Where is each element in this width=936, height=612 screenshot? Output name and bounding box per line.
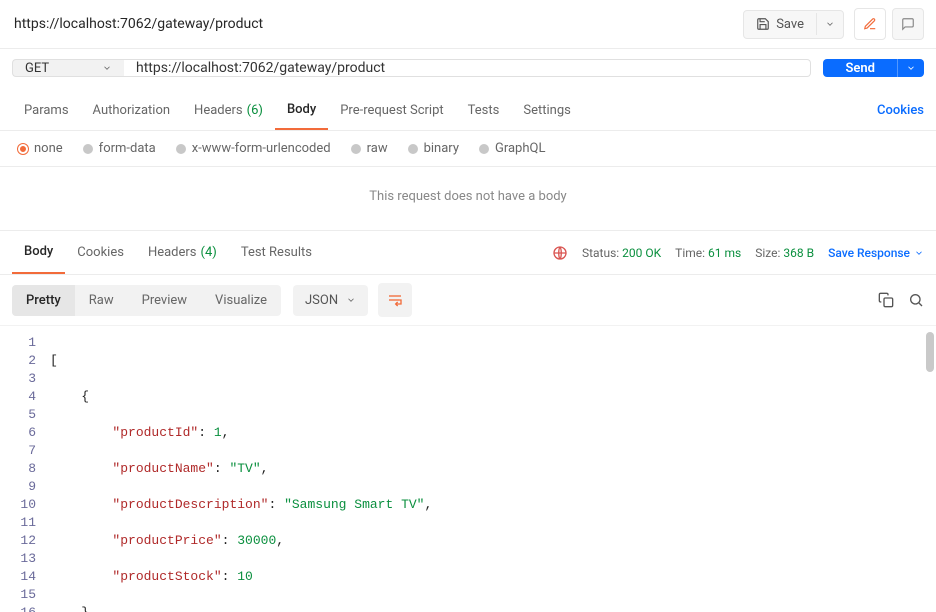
copy-button[interactable] [878, 292, 894, 308]
copy-icon [878, 292, 894, 308]
tab-prerequest[interactable]: Pre-request Script [328, 91, 455, 130]
code-content: [ { "productId": 1, "productName": "TV",… [46, 326, 432, 612]
chevron-down-icon [914, 248, 924, 258]
chevron-down-icon [825, 19, 835, 29]
view-preview[interactable]: Preview [128, 285, 201, 316]
resp-tab-headers-label: Headers [148, 245, 197, 260]
http-method-value: GET [25, 61, 49, 76]
size-value: 368 B [783, 246, 814, 260]
time-label: Time: [675, 246, 705, 260]
radio-dot-icon [408, 144, 418, 154]
http-method-select[interactable]: GET [12, 59, 124, 77]
chevron-down-icon [346, 295, 356, 305]
save-button[interactable]: Save [744, 11, 816, 38]
send-dropdown[interactable] [897, 59, 924, 77]
bodytype-none-label: none [34, 141, 63, 156]
pencil-icon [863, 17, 877, 31]
chevron-down-icon [102, 63, 112, 73]
radio-dot-icon [176, 144, 186, 154]
tab-headers-count: (6) [247, 103, 263, 118]
format-select[interactable]: JSON [293, 285, 368, 316]
resp-tab-headers-count: (4) [201, 245, 217, 260]
view-pretty[interactable]: Pretty [12, 285, 75, 316]
resp-tab-cookies[interactable]: Cookies [65, 231, 136, 274]
save-dropdown[interactable] [816, 13, 843, 35]
comment-button[interactable] [892, 8, 924, 40]
tab-authorization[interactable]: Authorization [81, 91, 183, 130]
tab-headers[interactable]: Headers (6) [182, 91, 275, 130]
format-value: JSON [305, 293, 338, 308]
status-value: 200 OK [622, 246, 661, 260]
bodytype-binary-label: binary [424, 141, 459, 156]
request-tab-title[interactable]: https://localhost:7062/gateway/product [14, 16, 263, 32]
send-button[interactable]: Send [823, 59, 897, 77]
save-label: Save [776, 17, 804, 32]
bodytype-formdata-label: form-data [99, 141, 156, 156]
line-gutter: 1234 5678 9101112 13141516 [0, 326, 46, 612]
tab-tests[interactable]: Tests [456, 91, 512, 130]
bodytype-graphql-label: GraphQL [495, 141, 545, 156]
resp-tab-testresults[interactable]: Test Results [229, 231, 324, 274]
radio-dot-icon [18, 144, 28, 154]
bodytype-formdata[interactable]: form-data [83, 141, 156, 156]
url-value: https://localhost:7062/gateway/product [136, 60, 385, 76]
resp-tab-body[interactable]: Body [12, 231, 65, 274]
bodytype-binary[interactable]: binary [408, 141, 459, 156]
cookies-link[interactable]: Cookies [877, 103, 924, 118]
status-label: Status: [582, 246, 619, 260]
radio-dot-icon [351, 144, 361, 154]
size-label: Size: [755, 246, 780, 260]
network-icon [552, 245, 568, 261]
wrap-line-button[interactable] [378, 283, 412, 317]
save-response-button[interactable]: Save Response [828, 246, 924, 260]
bodytype-none[interactable]: none [18, 141, 63, 156]
tab-settings[interactable]: Settings [511, 91, 582, 130]
bodytype-xwww[interactable]: x-www-form-urlencoded [176, 141, 331, 156]
no-body-message: This request does not have a body [0, 167, 936, 231]
response-body-editor[interactable]: 1234 5678 9101112 13141516 [ { "productI… [0, 326, 936, 612]
search-button[interactable] [908, 292, 924, 308]
bodytype-raw[interactable]: raw [351, 141, 388, 156]
comment-icon [901, 17, 915, 31]
tab-body[interactable]: Body [275, 91, 328, 130]
bodytype-xwww-label: x-www-form-urlencoded [192, 141, 331, 156]
view-segment: Pretty Raw Preview Visualize [12, 285, 281, 316]
url-input[interactable]: https://localhost:7062/gateway/product [124, 59, 811, 77]
bodytype-graphql[interactable]: GraphQL [479, 141, 545, 156]
radio-dot-icon [479, 144, 489, 154]
wrap-icon [387, 292, 403, 308]
resp-tab-headers[interactable]: Headers (4) [136, 231, 229, 274]
search-icon [908, 292, 924, 308]
chevron-down-icon [906, 63, 916, 73]
save-response-label: Save Response [828, 246, 910, 260]
view-raw[interactable]: Raw [75, 285, 128, 316]
save-button-group: Save [743, 10, 844, 39]
scrollbar-thumb[interactable] [926, 332, 934, 372]
time-value: 61 ms [708, 246, 741, 260]
tab-headers-label: Headers [194, 103, 243, 118]
save-icon [756, 17, 770, 31]
view-visualize[interactable]: Visualize [201, 285, 281, 316]
edit-button[interactable] [854, 8, 886, 40]
tab-params[interactable]: Params [12, 91, 81, 130]
radio-dot-icon [83, 144, 93, 154]
bodytype-raw-label: raw [367, 141, 388, 156]
